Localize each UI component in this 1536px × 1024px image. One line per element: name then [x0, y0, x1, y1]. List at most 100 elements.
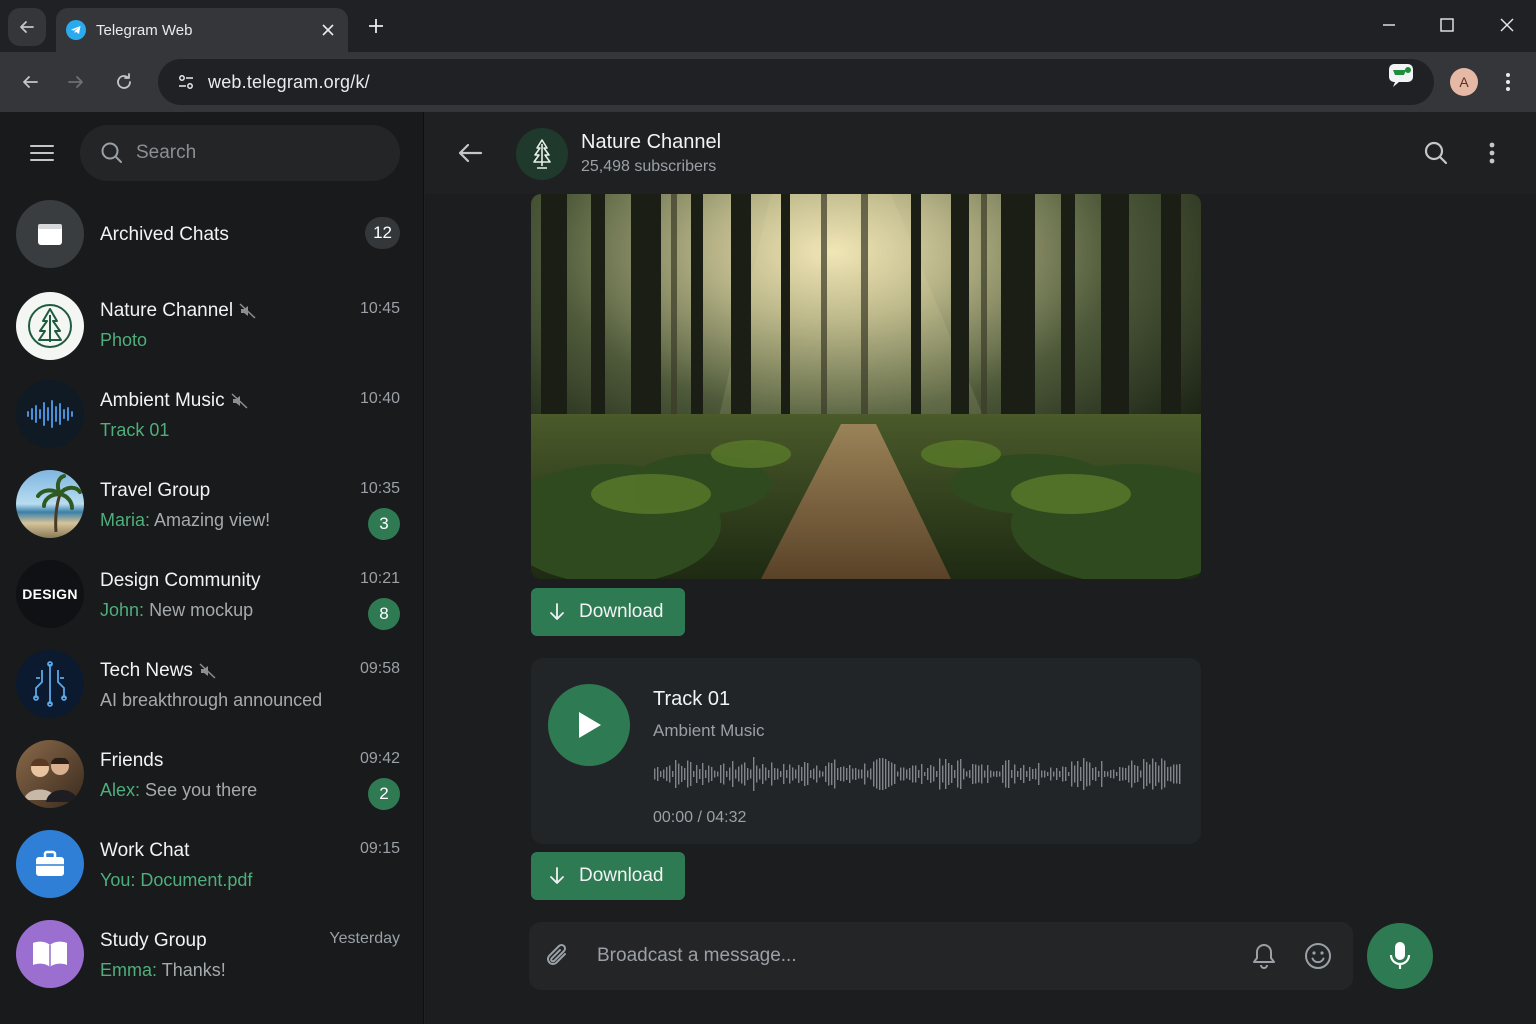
browser-tab[interactable]: Telegram Web — [56, 8, 348, 52]
address-bar[interactable]: web.telegram.org/k/ — [158, 59, 1434, 105]
waveform-bar — [1071, 761, 1073, 787]
site-info-icon[interactable] — [172, 68, 200, 96]
waveform-bar — [1029, 767, 1031, 781]
hamburger-icon — [30, 145, 54, 161]
waveform-bar — [891, 762, 893, 786]
waveform-bar — [756, 765, 758, 783]
waveform-bar — [804, 762, 806, 786]
tab-search-button[interactable] — [8, 8, 46, 46]
chat-search-button[interactable] — [1421, 138, 1451, 168]
chat-item-design-community[interactable]: DESIGN Design Community 10:21 John: New … — [0, 550, 424, 640]
chat-item-ambient-music[interactable]: Ambient Music 10:40 Track 01 — [0, 370, 424, 460]
maximize-button[interactable] — [1432, 10, 1462, 40]
waveform-bar — [1113, 769, 1115, 779]
waveform-bar — [1158, 765, 1160, 783]
waveform-bar — [969, 770, 971, 778]
chat-more-button[interactable] — [1479, 138, 1505, 168]
forward-button[interactable] — [60, 66, 92, 98]
profile-avatar[interactable]: A — [1450, 68, 1478, 96]
circuit-icon — [33, 661, 67, 707]
archived-chats-item[interactable]: Archived Chats 12 — [0, 190, 424, 280]
minimize-button[interactable] — [1374, 10, 1404, 40]
waveform-bar — [663, 769, 665, 779]
chat-time: 10:40 — [359, 390, 400, 407]
waveform-bar — [798, 765, 800, 783]
forest-photo[interactable] — [531, 194, 1201, 579]
extension-icon[interactable] — [1386, 60, 1416, 90]
tab-close-icon[interactable] — [318, 20, 338, 40]
waveform-bar — [993, 771, 995, 777]
waveform-bar — [678, 763, 680, 785]
waveform-bar — [936, 771, 938, 777]
chat-item-nature-channel[interactable]: Nature Channel 10:45 Photo — [0, 280, 424, 370]
waveform-bar — [1146, 762, 1148, 786]
emoji-button[interactable] — [1303, 941, 1333, 971]
download-photo-button[interactable]: Download — [531, 588, 685, 636]
audio-waveform[interactable] — [653, 754, 1185, 794]
chat-item-study-group[interactable]: Study Group Yesterday Emma: Thanks! — [0, 910, 424, 1000]
waveform-bar — [720, 765, 722, 783]
message-input[interactable] — [597, 940, 1217, 972]
channel-title[interactable]: Nature Channel — [581, 131, 721, 154]
search-field[interactable] — [80, 125, 400, 181]
chat-back-button[interactable] — [455, 138, 485, 168]
waveform-bar — [1056, 768, 1058, 780]
waveform-bar — [1104, 771, 1106, 777]
main-menu-button[interactable] — [26, 140, 58, 166]
work-chat-avatar — [16, 830, 84, 898]
chat-item-work-chat[interactable]: Work Chat 09:15 You: Document.pdf — [0, 820, 424, 910]
waveform-bar — [831, 763, 833, 785]
waveform-bar — [699, 769, 701, 779]
waveform-bar — [669, 765, 671, 783]
friends-avatar — [16, 740, 84, 808]
briefcase-icon — [36, 850, 64, 876]
browser-menu-button[interactable] — [1494, 68, 1522, 96]
waveform-bar — [1059, 771, 1061, 777]
waveform-bar — [975, 764, 977, 784]
chat-preview: Photo — [100, 330, 148, 350]
attach-button[interactable] — [543, 941, 573, 971]
reload-button[interactable] — [108, 66, 140, 98]
more-vertical-icon — [1489, 142, 1495, 164]
download-audio-button[interactable]: Download — [531, 852, 685, 900]
waveform-bar — [1173, 764, 1175, 784]
back-button[interactable] — [14, 66, 46, 98]
chat-name: Study Group — [100, 930, 207, 951]
chat-time: Yesterday — [329, 930, 400, 947]
voice-record-button[interactable] — [1367, 923, 1433, 989]
chat-item-friends[interactable]: Friends 09:42 Alex: See you there 2 — [0, 730, 424, 820]
waveform-bar — [1038, 763, 1040, 785]
palm-tree-icon — [36, 474, 82, 533]
search-input[interactable] — [136, 142, 376, 164]
chat-item-travel-group[interactable]: Travel Group 10:35 Maria: Amazing view! … — [0, 460, 424, 550]
waveform-bar — [1134, 765, 1136, 783]
waveform-bar — [858, 769, 860, 779]
waveform-bar — [819, 770, 821, 778]
chat-item-tech-news[interactable]: Tech News 09:58 AI breakthrough announce… — [0, 640, 424, 730]
waveform-bar — [1161, 758, 1163, 790]
arrow-right-icon — [68, 76, 83, 88]
waveform-bar — [918, 770, 920, 778]
play-button[interactable] — [548, 684, 630, 766]
waveform-bar — [1149, 764, 1151, 784]
close-window-button[interactable] — [1492, 10, 1522, 40]
waveform-bar — [1074, 765, 1076, 783]
channel-avatar[interactable] — [516, 128, 568, 180]
pine-tree-logo-icon — [28, 304, 72, 348]
waveform-bar — [696, 765, 698, 783]
waveform-bar — [747, 768, 749, 780]
arrow-left-icon — [20, 21, 34, 33]
new-tab-button[interactable] — [362, 12, 390, 40]
chat-time: 09:58 — [359, 660, 400, 677]
silent-broadcast-button[interactable] — [1249, 941, 1279, 971]
waveform-bar — [771, 762, 773, 786]
telegram-favicon-icon — [66, 20, 86, 40]
waveform-bar — [999, 771, 1001, 777]
chat-header: Nature Channel 25,498 subscribers — [425, 112, 1536, 194]
waveform-bar — [807, 763, 809, 785]
waveform-bar — [750, 769, 752, 779]
chat-preview-text: New mockup — [149, 600, 254, 620]
waveform-bar — [960, 759, 962, 789]
pine-tree-logo-icon — [533, 139, 551, 169]
waveform-bar — [846, 768, 848, 780]
